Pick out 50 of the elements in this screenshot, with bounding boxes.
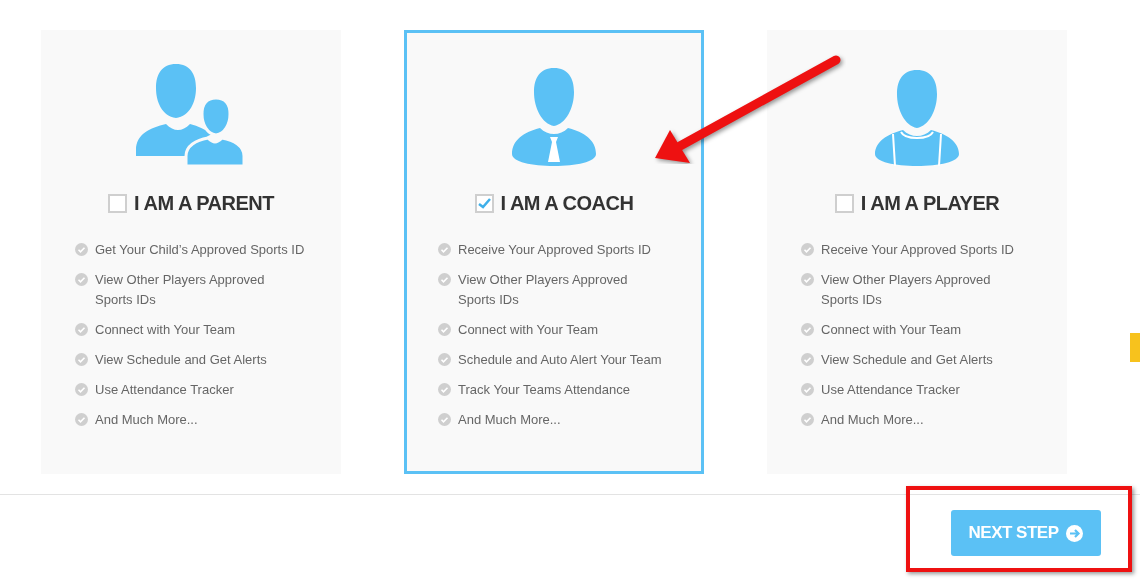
role-title: I AM A PLAYER [860,191,1000,216]
checkbox[interactable] [834,193,854,213]
check-circle-icon [438,243,451,256]
feature-text: And Much More... [95,411,199,429]
feature-text: View Other Players Approved Sports IDs [458,271,629,309]
check-circle-icon [75,273,88,286]
feature-text: Use Attendance Tracker [95,381,235,399]
feature-text: Use Attendance Tracker [821,381,961,399]
feature-text: View Schedule and Get Alerts [821,351,994,369]
feature-text: Track Your Teams Attendance [458,381,631,399]
role-card[interactable]: I AM A PARENT Get Your Child’s Approved Sports ID View Other Players Approved Sports IDs Connect with Your Team View Schedule and Get Alerts Use Attendance Tracker And Much More... [41,30,341,474]
person-with-tie-icon [512,66,596,168]
check-circle-icon [438,413,451,426]
feature-text: And Much More... [821,411,925,429]
feature-text: View Other Players Approved Sports IDs [821,271,992,309]
feature-text: View Schedule and Get Alerts [95,351,268,369]
check-circle-icon [801,323,814,336]
check-circle-icon [801,243,814,256]
side-tab[interactable] [1130,333,1140,362]
check-circle-icon [75,243,88,256]
feature-text: Receive Your Approved Sports ID [458,241,652,259]
check-circle-icon [438,383,451,396]
feature-text: Receive Your Approved Sports ID [821,241,1015,259]
check-circle-icon [801,383,814,396]
check-circle-icon [438,353,451,366]
feature-text: Connect with Your Team [95,321,236,339]
check-circle-icon [438,323,451,336]
check-circle-icon [801,273,814,286]
arrow-circle-icon [1066,524,1084,542]
role-card[interactable]: I AM A COACH Receive Your Approved Sports ID View Other Players Approved Sports IDs Connect with Your Team Schedule and Auto Alert Your Team Track Your Teams Attendance And Much More... [404,30,704,474]
feature-text: Connect with Your Team [821,321,962,339]
feature-text: Connect with Your Team [458,321,599,339]
role-card[interactable]: I AM A PLAYER Receive Your Approved Sports ID View Other Players Approved Sports IDs Connect with Your Team View Schedule and Get Alerts Use Attendance Tracker And Much More... [767,30,1067,474]
feature-text: Get Your Child’s Approved Sports ID [95,241,305,259]
check-circle-icon [75,383,88,396]
player-jersey-icon [875,68,959,168]
check-circle-icon [801,353,814,366]
role-title: I AM A COACH [500,191,634,216]
feature-text: And Much More... [458,411,562,429]
feature-text: Schedule and Auto Alert Your Team [458,351,663,369]
check-circle-icon [75,353,88,366]
feature-text: View Other Players Approved Sports IDs [95,271,266,309]
checkbox[interactable] [474,193,494,213]
parent-child-icon [136,62,246,168]
check-circle-icon [75,323,88,336]
check-circle-icon [438,273,451,286]
role-title: I AM A PARENT [134,191,274,216]
check-circle-icon [75,413,88,426]
checkbox[interactable] [108,193,128,213]
check-circle-icon [801,413,814,426]
